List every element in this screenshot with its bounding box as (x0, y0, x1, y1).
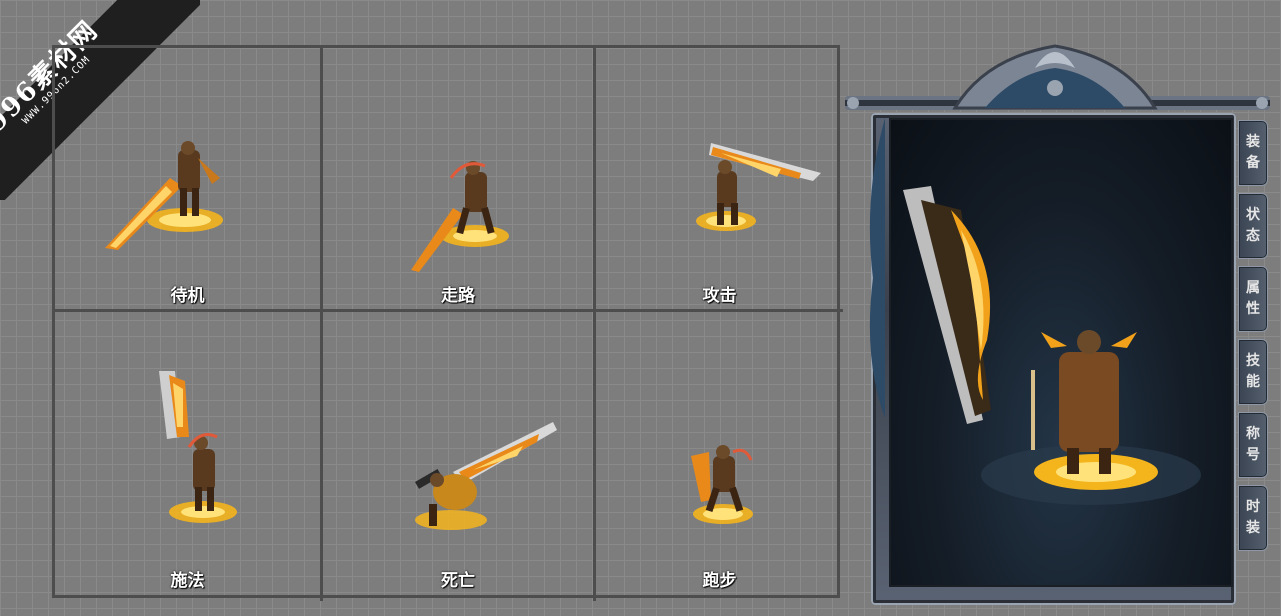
pose-label-attack: 攻击 (702, 286, 737, 306)
tab-status-char2: 态 (1246, 228, 1260, 244)
character-viewport (889, 118, 1233, 587)
tab-skills[interactable]: 技 能 (1238, 339, 1268, 405)
pose-label-idle: 待机 (170, 286, 205, 306)
tab-attributes-char2: 性 (1246, 301, 1260, 317)
tab-equipment[interactable]: 装 备 (1238, 120, 1268, 186)
pose-cell-walk: 走路 (323, 48, 596, 312)
death-sprite (415, 422, 557, 530)
walk-sprite (411, 161, 509, 272)
tab-fashion[interactable]: 时 装 (1238, 485, 1268, 551)
pose-cell-cast: 施法 (55, 312, 323, 601)
character-model (903, 186, 1201, 505)
cast-sprite (159, 371, 237, 523)
tab-titles[interactable]: 称 号 (1238, 412, 1268, 478)
pose-label-walk: 走路 (441, 286, 475, 306)
tab-equipment-char1: 装 (1246, 134, 1260, 150)
pose-label-run: 跑步 (702, 571, 737, 591)
tab-titles-char1: 称 (1246, 426, 1260, 442)
panel-left-ornament (869, 118, 885, 418)
pose-cell-attack: 攻击 (596, 48, 843, 312)
tab-status[interactable]: 状 态 (1238, 193, 1268, 259)
tab-titles-char2: 号 (1246, 447, 1260, 463)
tab-skills-char2: 能 (1246, 374, 1260, 390)
tab-equipment-char2: 备 (1246, 155, 1260, 171)
panel-tabs: 装 备 状 态 属 性 技 能 称 号 时 装 (1238, 120, 1270, 558)
pose-cell-death: 死亡 (323, 312, 596, 601)
pose-cell-idle: 待机 (55, 48, 323, 312)
pose-label-death: 死亡 (441, 571, 475, 591)
idle-sprite (105, 141, 223, 250)
tab-attributes-char1: 属 (1246, 280, 1260, 296)
pose-cell-run: 跑步 (596, 312, 843, 601)
tab-attributes[interactable]: 属 性 (1238, 266, 1268, 332)
panel-crest (952, 44, 1158, 110)
tab-skills-char1: 技 (1246, 353, 1260, 369)
pose-label-cast: 施法 (170, 571, 205, 591)
tab-fashion-char2: 装 (1246, 520, 1260, 536)
tab-status-char1: 状 (1246, 207, 1260, 223)
character-panel: 装 备 状 态 属 性 技 能 称 号 时 装 (845, 28, 1270, 608)
pose-grid: 待机 走路 攻击 施法 死亡 跑步 (52, 45, 843, 601)
attack-sprite (696, 143, 821, 231)
tab-fashion-char1: 时 (1246, 499, 1260, 515)
run-sprite (691, 445, 753, 524)
